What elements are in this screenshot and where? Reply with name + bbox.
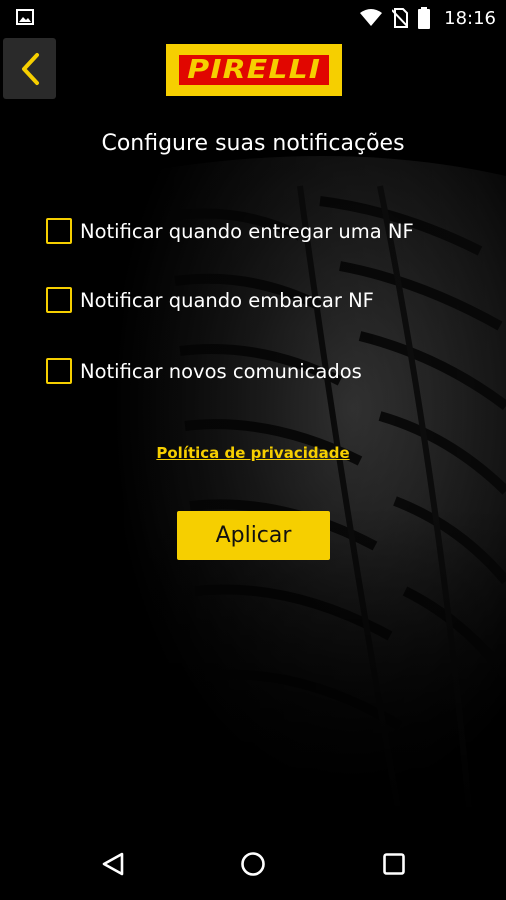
recents-square-icon — [383, 853, 405, 875]
status-icons: 18:16 — [360, 0, 496, 36]
wifi-icon — [360, 9, 383, 26]
home-circle-icon — [241, 852, 265, 876]
checkbox-notify-delivery[interactable] — [46, 218, 72, 244]
no-sim-icon — [392, 8, 409, 28]
navigation-bar — [0, 820, 506, 900]
option-label: Notificar quando embarcar NF — [80, 288, 374, 312]
option-notify-shipment[interactable]: Notificar quando embarcar NF — [46, 287, 374, 313]
option-label: Notificar quando entregar uma NF — [80, 219, 414, 243]
back-triangle-icon — [102, 852, 124, 876]
checkbox-notify-shipment[interactable] — [46, 287, 72, 313]
pirelli-logo: PIRELLI — [166, 44, 342, 96]
checkbox-notify-announcements[interactable] — [46, 358, 72, 384]
nav-home-button[interactable] — [229, 840, 277, 888]
battery-icon — [418, 7, 431, 29]
nav-recents-button[interactable] — [370, 840, 418, 888]
logo-red-band: PIRELLI — [179, 55, 329, 85]
back-button[interactable] — [3, 38, 56, 99]
option-notify-announcements[interactable]: Notificar novos comunicados — [46, 358, 362, 384]
nav-back-button[interactable] — [89, 840, 137, 888]
logo-text: PIRELLI — [187, 55, 321, 85]
apply-button[interactable]: Aplicar — [177, 511, 330, 560]
option-label: Notificar novos comunicados — [80, 359, 362, 383]
privacy-link-wrapper: Política de privacidade — [0, 443, 506, 462]
option-notify-delivery[interactable]: Notificar quando entregar uma NF — [46, 218, 414, 244]
status-time: 18:16 — [444, 7, 496, 29]
status-bar: 18:16 — [0, 0, 506, 36]
image-icon — [16, 9, 34, 25]
privacy-policy-link[interactable]: Política de privacidade — [156, 444, 349, 462]
page-title: Configure suas notificações — [101, 131, 405, 156]
chevron-left-icon — [21, 52, 39, 85]
